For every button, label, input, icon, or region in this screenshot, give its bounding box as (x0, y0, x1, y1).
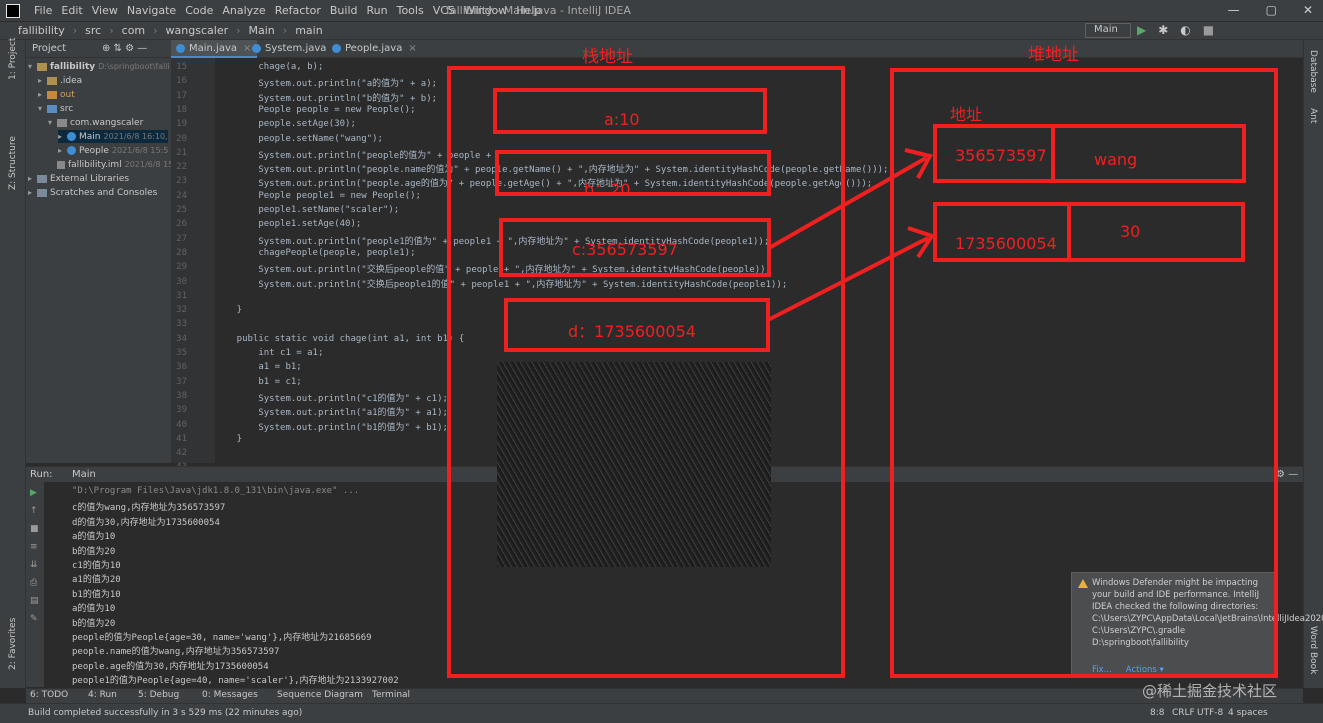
heap-frame-box (890, 68, 1278, 678)
stack-title: 栈地址 (582, 47, 633, 67)
heap2-address: 1735600054 (955, 234, 1057, 253)
heap2-value: 30 (1120, 222, 1141, 241)
heap1-address: 356573597 (955, 146, 1047, 165)
var-a-label: a:10 (604, 110, 640, 129)
pointer-arrow-d (767, 236, 929, 322)
address-title: 地址 (950, 105, 983, 124)
pointer-arrow-c (768, 156, 927, 250)
heap2-value-box (1067, 202, 1245, 262)
heap-title: 堆地址 (1028, 45, 1079, 65)
stack-frame-box (447, 66, 845, 678)
var-d-label: d：1735600054 (568, 322, 696, 341)
var-b-box (495, 150, 771, 196)
heap1-value-box (1051, 124, 1246, 183)
watermark: @稀土掘金技术社区 (1142, 682, 1278, 700)
var-c-label: c:356573597 (572, 240, 678, 259)
var-b-label: b：20 (584, 180, 631, 199)
heap1-value: wang (1094, 150, 1138, 169)
annotation-overlay (447, 66, 1278, 678)
